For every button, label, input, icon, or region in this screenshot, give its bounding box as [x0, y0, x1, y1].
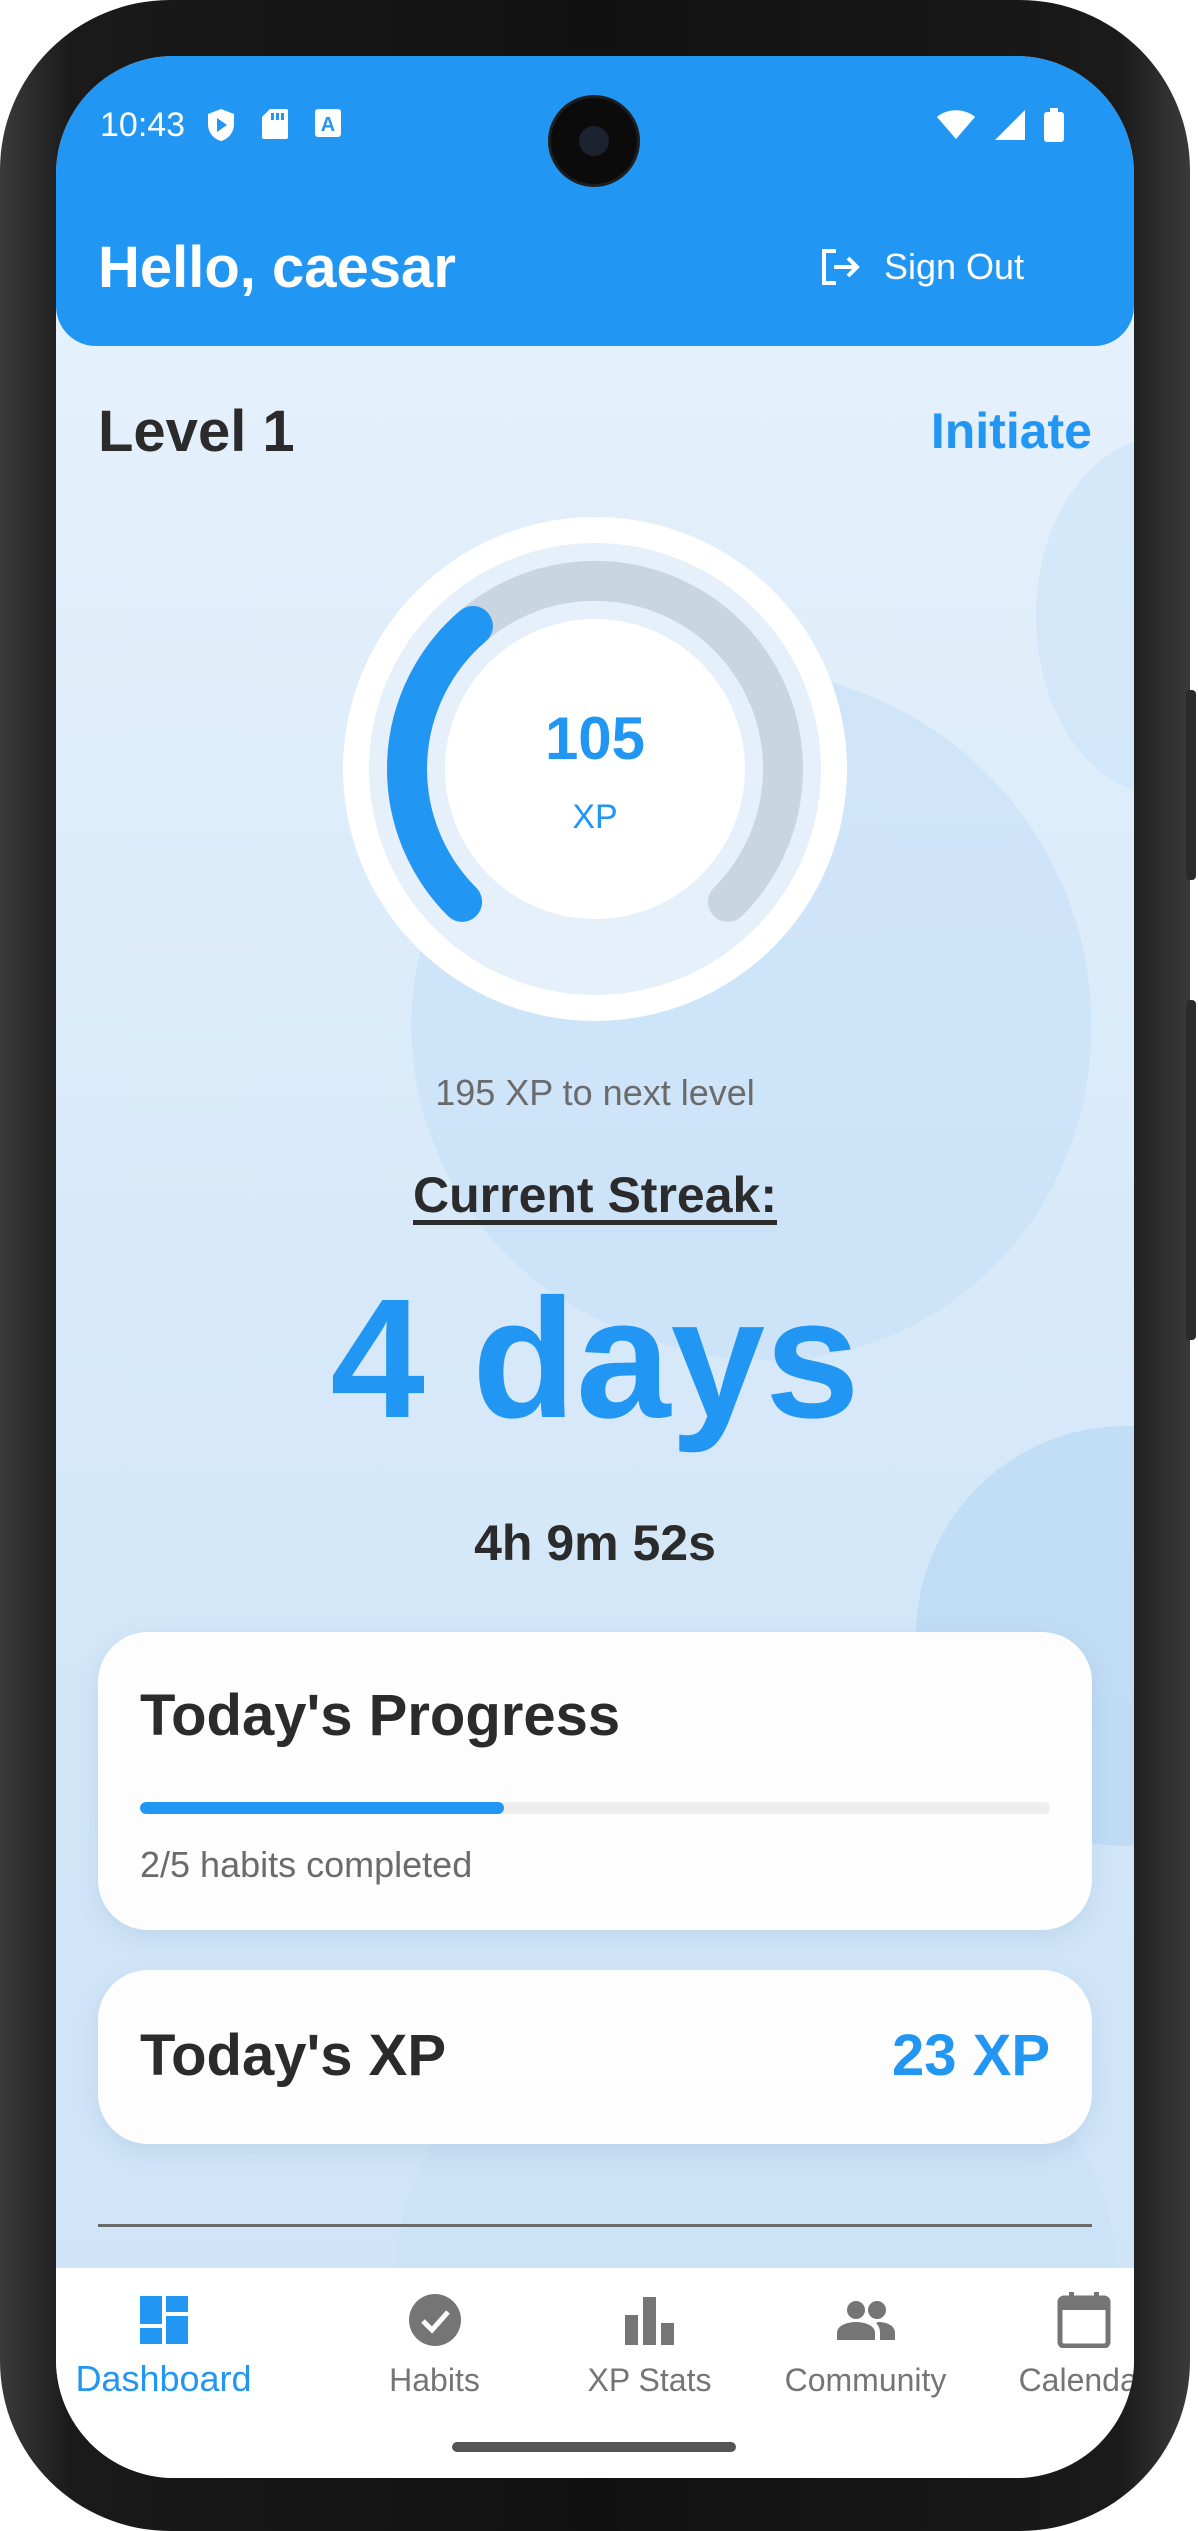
nav-community[interactable]: Community: [758, 2268, 973, 2418]
wifi-icon: [937, 110, 975, 139]
front-camera: [551, 98, 637, 184]
status-left-icons: A: [206, 108, 342, 142]
battery-icon: [1044, 108, 1064, 142]
text-a-icon: A: [315, 109, 341, 137]
home-indicator[interactable]: [452, 2442, 736, 2452]
streak-timer: 4h 9m 52s: [474, 1515, 716, 1571]
power-button: [1186, 1000, 1196, 1340]
progress-title: Today's Progress: [140, 1683, 621, 1748]
progress-text: 2/5 habits completed: [140, 1844, 473, 1885]
status-right-icons: [936, 108, 1064, 142]
calendar-icon: [1057, 2292, 1110, 2348]
todays-xp-title: Today's XP: [140, 2023, 447, 2088]
bar-chart-icon: [624, 2297, 674, 2345]
svg-text:A: A: [321, 114, 335, 136]
greeting-title: Hello, caesar: [98, 235, 456, 300]
check-circle-icon: [408, 2294, 461, 2346]
status-time: 10:43: [100, 106, 186, 144]
logout-icon: [822, 249, 860, 285]
nav-label: Community: [784, 2362, 947, 2398]
progress-bar: [140, 1802, 1050, 1814]
next-level-text: 195 XP to next level: [435, 1072, 755, 1113]
dashboard-icon: [139, 2296, 188, 2344]
xp-unit: XP: [572, 798, 618, 836]
nav-label: Dashboard: [75, 2358, 252, 2399]
todays-progress-card: Today's Progress 2/5 habits completed: [98, 1632, 1092, 1930]
shield-play-icon: [208, 109, 234, 141]
xp-value: 105: [544, 705, 646, 772]
nav-label: XP Stats: [587, 2362, 712, 2398]
streak-days: 4 days: [330, 1264, 860, 1454]
people-icon: [836, 2301, 895, 2340]
cell-signal-icon: [995, 110, 1025, 140]
level-title: Level 1: [98, 399, 295, 464]
volume-button: [1186, 690, 1196, 880]
nav-calendar[interactable]: Calendar: [976, 2268, 1134, 2418]
nav-label: Calendar: [1018, 2362, 1134, 2398]
rank-title: Initiate: [930, 403, 1092, 459]
sign-out-button[interactable]: Sign Out: [820, 246, 1024, 288]
nav-dashboard[interactable]: Dashboard: [56, 2268, 271, 2418]
streak-label: Current Streak:: [413, 1167, 777, 1223]
divider: [98, 2224, 1092, 2227]
app-header: 10:43 A Hello, caesar Sign Out: [56, 56, 1134, 346]
sign-out-label: Sign Out: [884, 246, 1025, 287]
nav-xp-stats[interactable]: XP Stats: [542, 2268, 757, 2418]
app-screen: 10:43 A Hello, caesar Sign Out Level 1 I…: [56, 56, 1134, 2478]
todays-xp-value: 23 XP: [892, 2023, 1050, 2088]
nav-habits[interactable]: Habits: [327, 2268, 542, 2418]
progress-bar-fill: [140, 1802, 504, 1814]
sd-card-icon: [262, 109, 288, 139]
todays-xp-card: Today's XP 23 XP: [98, 1970, 1092, 2144]
nav-label: Habits: [389, 2362, 480, 2398]
